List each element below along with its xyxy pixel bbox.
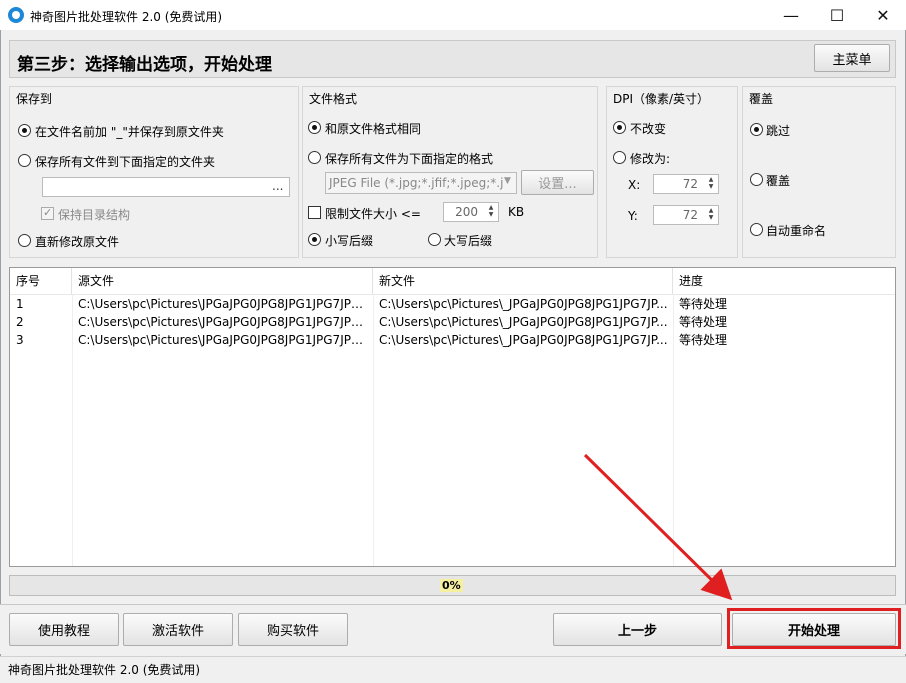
annotation-arrow-icon (583, 453, 733, 601)
status-text: 神奇图片批处理软件 2.0 (免费试用) (8, 663, 201, 677)
